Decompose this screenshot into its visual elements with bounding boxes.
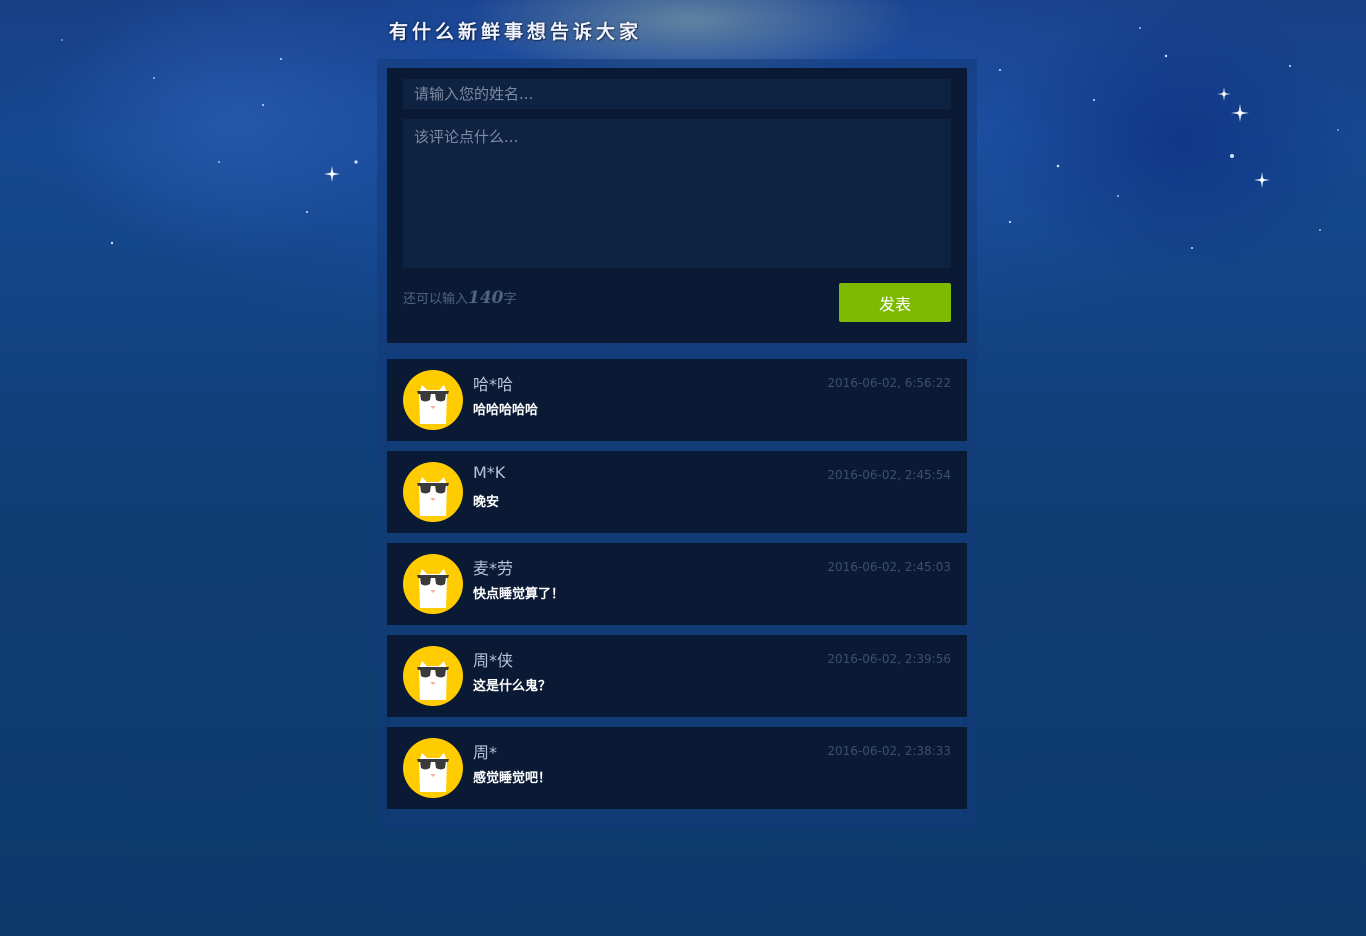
sunglasses-cat-icon: [417, 753, 449, 792]
comment-timestamp: 2016-06-02, 2:45:03: [827, 560, 951, 574]
char-counter-value: 140: [468, 288, 504, 308]
comment-item: 周*侠 这是什么鬼？ 2016-06-02, 2:39:56: [387, 635, 967, 717]
avatar: [403, 370, 463, 430]
comment-text: 快点睡觉算了！: [473, 587, 565, 602]
main-container: 还可以输入140字 发表 哈*哈 哈哈哈哈哈 2016-06-02, 6:56:…: [377, 59, 977, 829]
comment-item: 麦*劳 快点睡觉算了！ 2016-06-02, 2:45:03: [387, 543, 967, 625]
char-counter: 还可以输入140字: [403, 288, 517, 308]
comment-text: 这是什么鬼？: [473, 679, 552, 694]
char-counter-prefix: 还可以输入: [403, 292, 469, 307]
comment-text: 感觉睡觉吧！: [473, 771, 552, 786]
comment-text: 晚安: [473, 495, 500, 510]
avatar: [403, 646, 463, 706]
page-title: 有什么新鲜事想告诉大家: [389, 21, 643, 43]
comment-author: 哈*哈: [473, 375, 514, 394]
comment-timestamp: 2016-06-02, 2:38:33: [827, 744, 951, 758]
avatar: [403, 462, 463, 522]
comment-list: 哈*哈 哈哈哈哈哈 2016-06-02, 6:56:22 M*K 晚安 201…: [387, 359, 967, 819]
char-counter-suffix: 字: [503, 292, 517, 307]
comment-item: M*K 晚安 2016-06-02, 2:45:54: [387, 451, 967, 533]
comment-timestamp: 2016-06-02, 6:56:22: [827, 376, 951, 390]
compose-panel: 还可以输入140字 发表: [387, 68, 967, 343]
avatar: [403, 554, 463, 614]
comment-textarea[interactable]: [403, 119, 951, 268]
comment-item: 哈*哈 哈哈哈哈哈 2016-06-02, 6:56:22: [387, 359, 967, 441]
comment-timestamp: 2016-06-02, 2:45:54: [827, 468, 951, 482]
sunglasses-cat-icon: [417, 477, 449, 516]
comment-author: 周*侠: [473, 651, 514, 670]
comment-author: 麦*劳: [473, 559, 514, 578]
avatar: [403, 738, 463, 798]
name-input[interactable]: [403, 79, 951, 109]
comment-author: 周*: [473, 743, 498, 762]
comment-item: 周* 感觉睡觉吧！ 2016-06-02, 2:38:33: [387, 727, 967, 809]
sunglasses-cat-icon: [417, 385, 449, 424]
sunglasses-cat-icon: [417, 569, 449, 608]
sunglasses-cat-icon: [417, 661, 449, 700]
comment-text: 哈哈哈哈哈: [473, 403, 539, 418]
post-button[interactable]: 发表: [839, 283, 951, 322]
comment-timestamp: 2016-06-02, 2:39:56: [827, 652, 951, 666]
comment-author: M*K: [473, 463, 506, 482]
